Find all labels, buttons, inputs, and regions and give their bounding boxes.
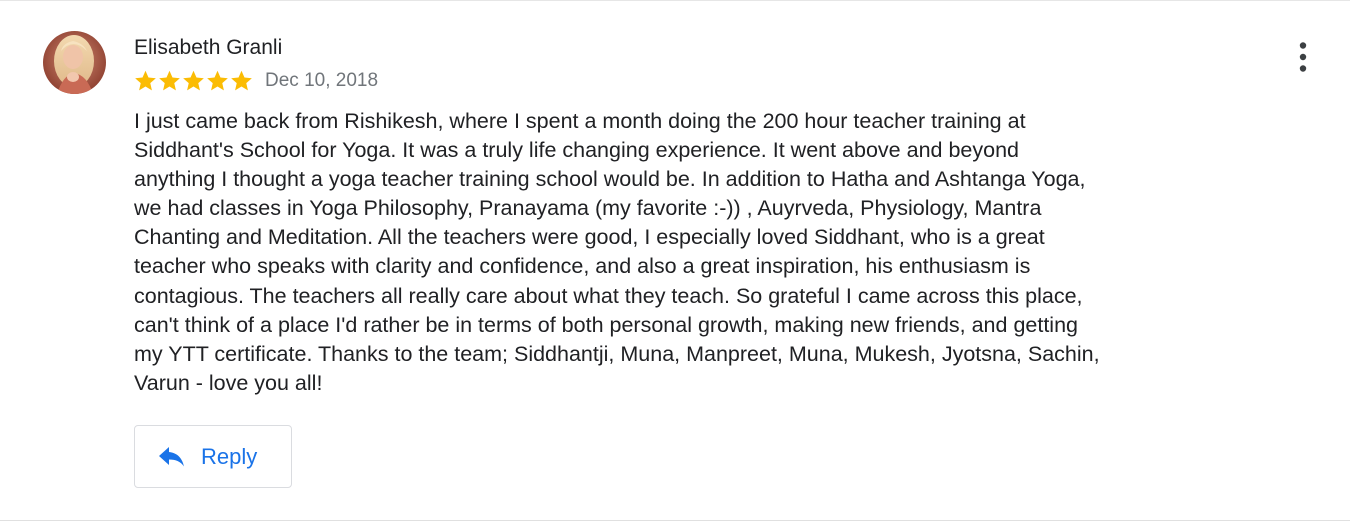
- reviewer-name[interactable]: Elisabeth Granli: [134, 35, 282, 61]
- star-icon: [207, 70, 228, 91]
- star-icon: [183, 70, 204, 91]
- reply-arrow-icon: [159, 446, 184, 466]
- star-icon: [231, 70, 252, 91]
- star-icon: [159, 70, 180, 91]
- more-options-button[interactable]: [1289, 39, 1317, 75]
- star-icon: [135, 70, 156, 91]
- reviewer-avatar[interactable]: [43, 31, 106, 94]
- rating-row: Dec 10, 2018: [134, 67, 378, 95]
- review-text: I just came back from Rishikesh, where I…: [134, 109, 1100, 395]
- more-vert-icon: [1299, 42, 1307, 72]
- review-date: Dec 10, 2018: [265, 70, 379, 91]
- star-rating: [134, 70, 253, 92]
- avatar-photo-icon: [43, 31, 106, 94]
- reply-button[interactable]: Reply: [134, 425, 292, 488]
- review-card: Elisabeth Granli Dec 10, 2018 I just cam…: [0, 0, 1350, 521]
- reply-label: Reply: [201, 443, 258, 469]
